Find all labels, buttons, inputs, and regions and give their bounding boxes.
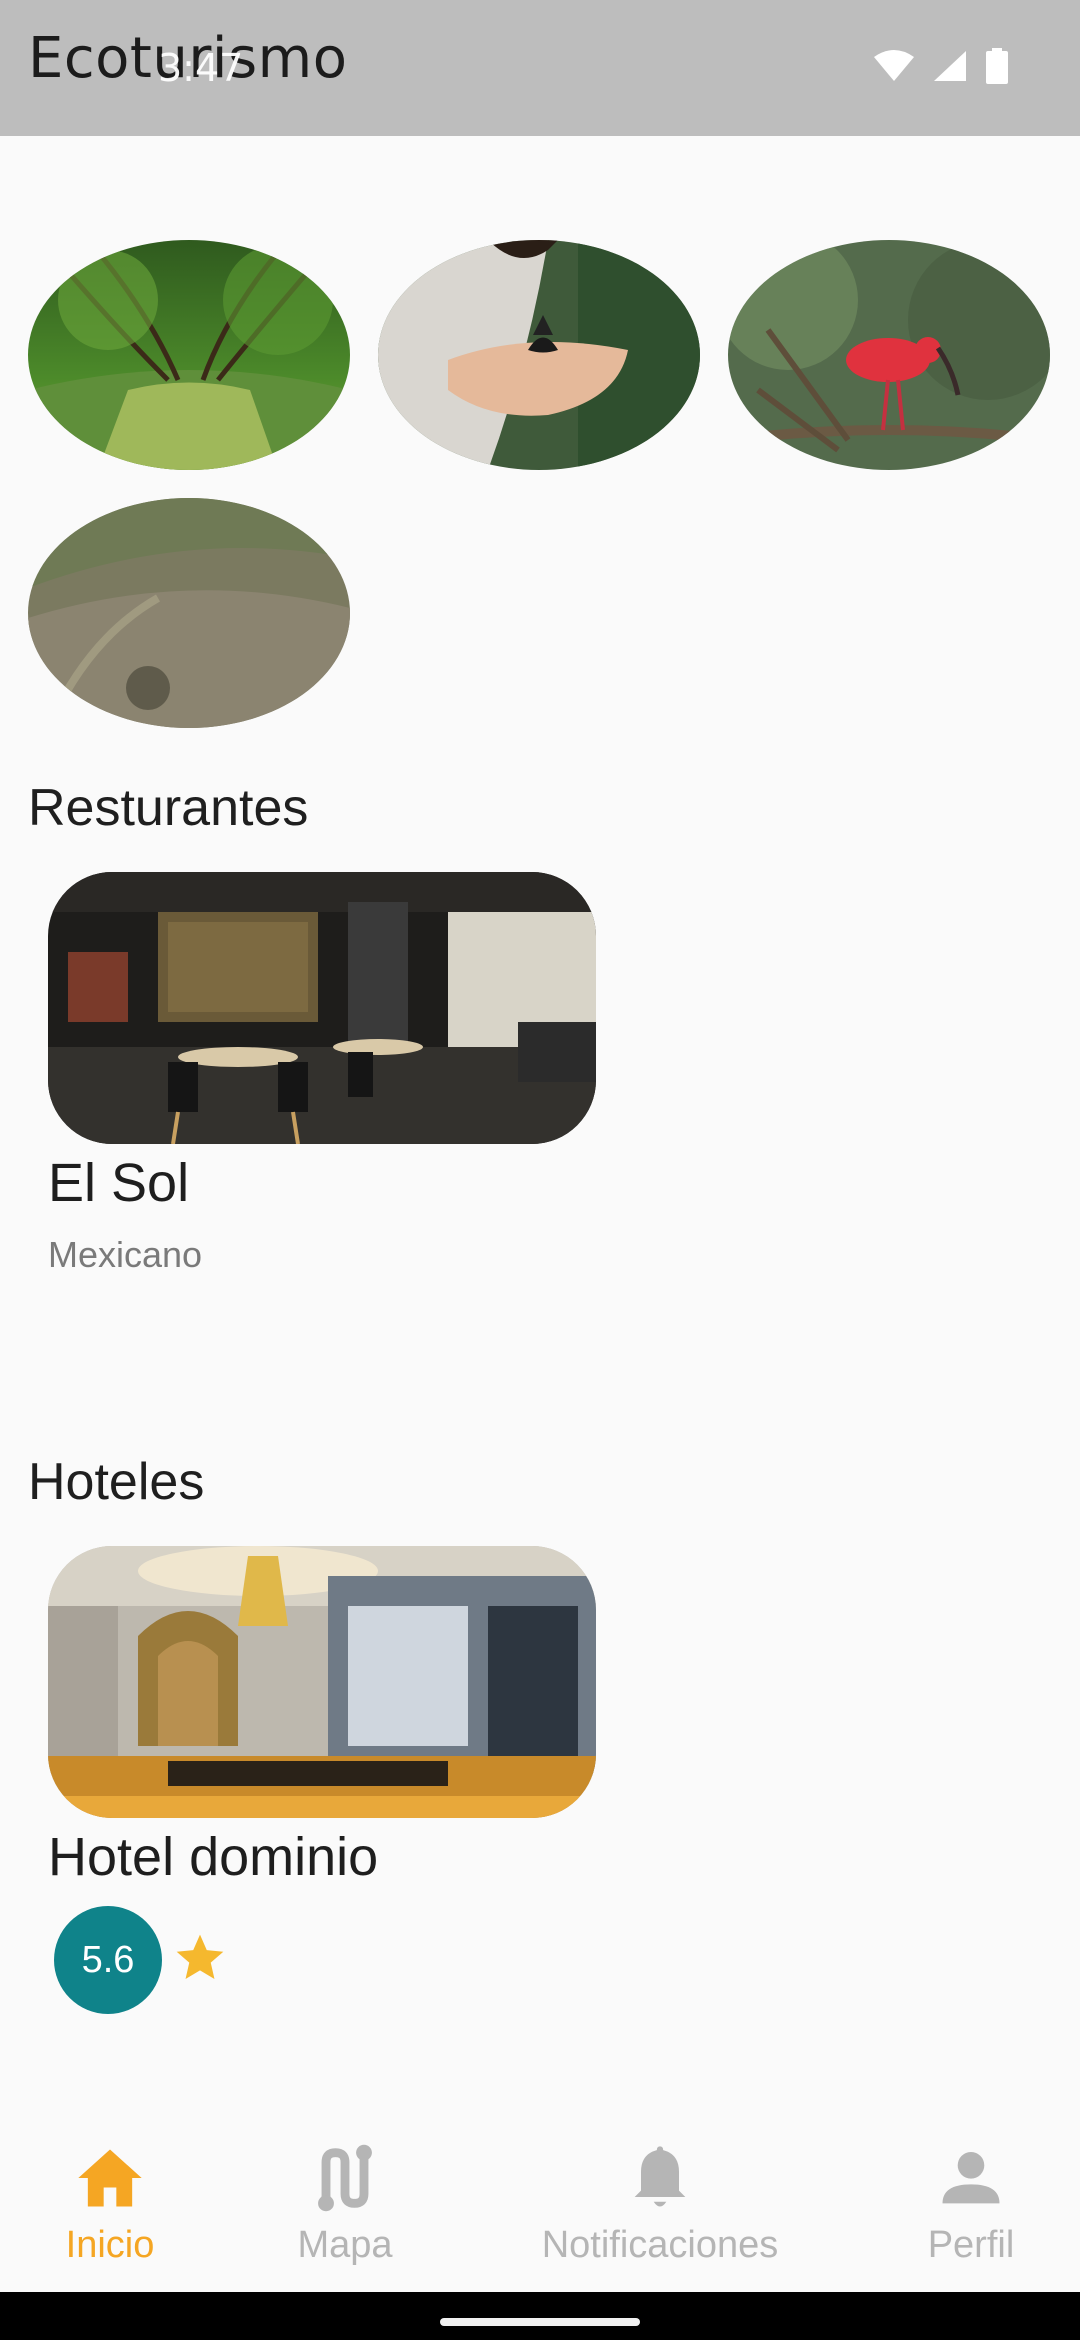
route-icon: [318, 2144, 372, 2212]
status-time: 3:47: [158, 46, 244, 90]
nav-label-notificaciones: Notificaciones: [541, 2224, 779, 2266]
bell-icon: [634, 2146, 686, 2207]
scarlet-ibis-photo[interactable]: [728, 240, 1050, 470]
app-bar: Ecoturismo 3:47: [0, 0, 1080, 136]
bottom-navigation: Inicio Mapa Notificaciones Perfil: [0, 2110, 1080, 2292]
rating-badge: 5.6: [54, 1906, 162, 2014]
hills-aerial-photo[interactable]: [28, 498, 350, 728]
nav-item-perfil[interactable]: Perfil: [910, 2110, 1032, 2292]
system-navigation-bar: [0, 2292, 1080, 2340]
home-gesture-handle[interactable]: [440, 2318, 640, 2326]
nav-item-mapa[interactable]: Mapa: [280, 2110, 410, 2292]
nav-item-notificaciones[interactable]: Notificaciones: [520, 2110, 800, 2292]
hotel-name: Hotel dominio: [48, 1827, 379, 1887]
mangrove-river-photo[interactable]: [28, 240, 350, 470]
restaurant-card-image[interactable]: [48, 872, 596, 1144]
hotel-card-image[interactable]: [48, 1546, 596, 1818]
restaurant-cuisine: Mexicano: [48, 1234, 203, 1275]
nav-label-inicio: Inicio: [65, 2224, 155, 2266]
restaurant-name: El Sol: [48, 1153, 190, 1213]
status-icons: [874, 48, 1008, 88]
signal-icon: [932, 49, 968, 87]
butterfly-in-hands-photo[interactable]: [378, 240, 700, 470]
home-icon: [78, 2149, 142, 2207]
battery-icon: [986, 48, 1008, 88]
restaurants-section-title: Resturantes: [28, 779, 309, 837]
nav-label-mapa: Mapa: [297, 2224, 393, 2266]
nav-label-perfil: Perfil: [927, 2224, 1015, 2266]
person-icon: [942, 2152, 1000, 2204]
wifi-icon: [874, 49, 914, 87]
star-icon: [176, 1934, 224, 1979]
nav-item-inicio[interactable]: Inicio: [50, 2110, 170, 2292]
hotels-section-title: Hoteles: [28, 1453, 205, 1511]
